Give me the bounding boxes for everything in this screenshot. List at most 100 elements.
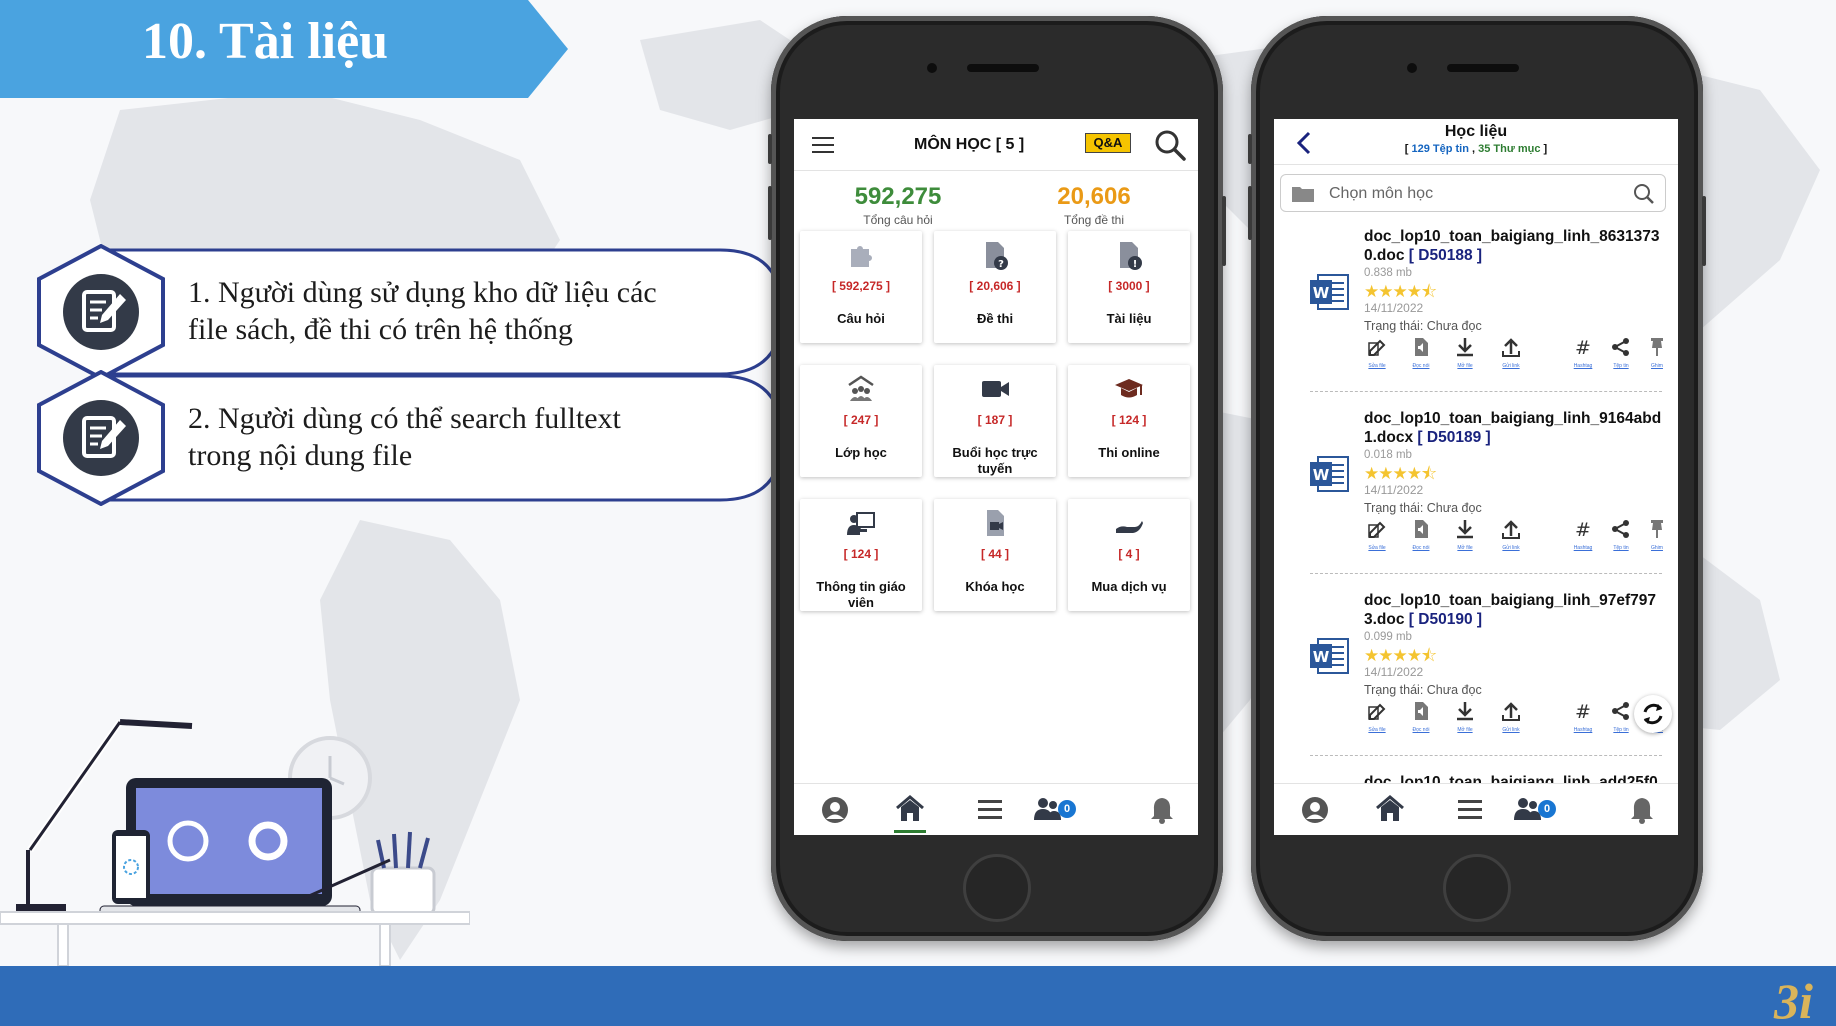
- download-button[interactable]: Mở file: [1452, 519, 1478, 551]
- bottom-tab-bar: 0: [1274, 783, 1678, 835]
- tile-classes[interactable]: [ 247 ] Lớp học: [800, 365, 922, 477]
- document-item[interactable]: Wdoc_lop10_toan_baigiang_linh_86313730.d…: [1274, 223, 1678, 395]
- app-screen-documents: Học liệu [ 129 Tệp tin , 35 Thư mục ] Ch…: [1274, 119, 1678, 835]
- stat-value: 20,606: [1057, 183, 1131, 210]
- tile-label: Đề thi: [976, 311, 1014, 326]
- document-item[interactable]: Wdoc_lop10_toan_baigiang_linh_9164abd1.d…: [1274, 405, 1678, 577]
- upload-button[interactable]: Gửi link: [1498, 337, 1524, 369]
- download-icon: [1457, 520, 1473, 539]
- bell-icon[interactable]: [1149, 796, 1175, 824]
- upload-icon: [1502, 520, 1520, 539]
- share-icon: [1612, 338, 1629, 356]
- tile-documents[interactable]: ! [ 3000 ] Tài liệu: [1068, 231, 1190, 343]
- tile-online-lessons[interactable]: [ 187 ] Buổi học trực tuyến: [934, 365, 1056, 477]
- tile-count: [ 3000 ]: [1108, 279, 1150, 293]
- subject-select-input[interactable]: Chọn môn học: [1280, 174, 1666, 212]
- tile-courses[interactable]: [ 44 ] Khóa học: [934, 499, 1056, 611]
- tile-count: [ 124 ]: [1111, 413, 1147, 427]
- edit-button[interactable]: Sửa file: [1364, 337, 1390, 369]
- word-document-icon: W: [1310, 456, 1349, 492]
- read-status: Trạng thái: Chưa đọc: [1364, 319, 1482, 333]
- document-actions: Sửa file Đọc nói Mở file Gửi link # Hashtag Tệ…: [1364, 337, 1664, 373]
- pin-button[interactable]: Ghim: [1644, 337, 1670, 369]
- download-button[interactable]: Mở file: [1452, 701, 1478, 733]
- svg-text:W: W: [1313, 648, 1330, 666]
- tile-count: [ 44 ]: [980, 547, 1010, 561]
- svg-text:W: W: [1313, 284, 1330, 302]
- hashtag-button[interactable]: # Hashtag: [1570, 337, 1596, 369]
- action-caption: Mở file: [1457, 545, 1473, 551]
- company-logo: 3i: [1774, 973, 1813, 1026]
- search-icon[interactable]: [1154, 129, 1186, 161]
- file-size: 0.838 mb: [1364, 267, 1412, 279]
- back-arrow-icon[interactable]: [1296, 131, 1312, 155]
- share-button[interactable]: Tệp tin: [1608, 701, 1634, 733]
- search-icon[interactable]: [1633, 183, 1655, 205]
- edit-icon: [1368, 703, 1386, 720]
- profile-icon[interactable]: [821, 796, 849, 824]
- tile-exams[interactable]: ? [ 20,606 ] Đề thi: [934, 231, 1056, 343]
- file-count: 129 Tệp tin: [1411, 143, 1469, 155]
- document-item[interactable]: Wdoc_lop10_toan_baigiang_linh_97ef7973.d…: [1274, 587, 1678, 759]
- audio-file-icon: [1415, 520, 1428, 538]
- document-title[interactable]: doc_lop10_toan_baigiang_linh_97ef7973.do…: [1364, 591, 1664, 629]
- word-document-icon: W: [1310, 638, 1349, 674]
- home-icon[interactable]: [1374, 793, 1406, 825]
- action-caption: Ghim: [1651, 363, 1663, 369]
- document-title[interactable]: doc_lop10_toan_baigiang_linh_86313730.do…: [1364, 227, 1664, 265]
- share-icon: [1612, 702, 1629, 720]
- upload-button[interactable]: Gửi link: [1498, 519, 1524, 551]
- edit-button[interactable]: Sửa file: [1364, 701, 1390, 733]
- menu-list-icon[interactable]: [1457, 798, 1483, 822]
- profile-icon[interactable]: [1301, 796, 1329, 824]
- refresh-button[interactable]: [1634, 695, 1672, 733]
- edit-icon: [1368, 339, 1386, 356]
- share-icon: [1612, 520, 1629, 538]
- audio-file-button[interactable]: Đọc nói: [1408, 701, 1434, 733]
- home-hardware-button[interactable]: [1443, 854, 1511, 922]
- home-icon[interactable]: [894, 793, 926, 825]
- document-title[interactable]: doc_lop10_toan_baigiang_linh_9164abd1.do…: [1364, 409, 1664, 447]
- share-button[interactable]: Tệp tin: [1608, 337, 1634, 369]
- tile-count: [ 247 ]: [843, 413, 879, 427]
- menu-list-icon[interactable]: [977, 798, 1003, 822]
- upload-button[interactable]: Gửi link: [1498, 701, 1524, 733]
- document-code: [ D50188 ]: [1408, 247, 1483, 264]
- pin-button[interactable]: Ghim: [1644, 519, 1670, 551]
- download-button[interactable]: Mở file: [1452, 337, 1478, 369]
- item-divider: [1310, 573, 1662, 574]
- hashtag-button[interactable]: # Hashtag: [1570, 701, 1596, 733]
- edit-button[interactable]: Sửa file: [1364, 519, 1390, 551]
- tile-count: [ 187 ]: [977, 413, 1013, 427]
- audio-file-button[interactable]: Đọc nói: [1408, 519, 1434, 551]
- qa-button[interactable]: Q&A: [1085, 133, 1131, 153]
- tile-online-exam[interactable]: [ 124 ] Thi online: [1068, 365, 1190, 477]
- desk-illustration: [0, 719, 470, 966]
- graduation-cap-icon: [1115, 379, 1143, 398]
- audio-file-button[interactable]: Đọc nói: [1408, 337, 1434, 369]
- action-caption: Mở file: [1457, 363, 1473, 369]
- document-actions: Sửa file Đọc nói Mở file Gửi link # Hashtag Tệ…: [1364, 519, 1664, 555]
- hashtag-icon: #: [1575, 337, 1591, 359]
- word-document-icon: W: [1310, 274, 1349, 310]
- tile-count: [ 124 ]: [843, 547, 879, 561]
- info-text-1: 1. Người dùng sử dụng kho dữ liệu các fi…: [188, 274, 657, 348]
- slide-title: 10. Tài liệu: [142, 13, 389, 70]
- document-filename: doc_lop10_toan_baigiang_linh_9164abd1.do…: [1364, 410, 1662, 446]
- hand-service-icon: [1116, 521, 1143, 533]
- audio-file-icon: [1415, 702, 1428, 720]
- document-code: [ D50190 ]: [1408, 611, 1483, 628]
- document-code: [ D50189 ]: [1417, 429, 1491, 446]
- tile-teacher-info[interactable]: [ 124 ] Thông tin giáo viên: [800, 499, 922, 611]
- svg-text:#: #: [1575, 701, 1591, 721]
- tile-buy-services[interactable]: [ 4 ] Mua dịch vụ: [1068, 499, 1190, 611]
- file-count-subtitle: [ 129 Tệp tin , 35 Thư mục ]: [1404, 143, 1548, 155]
- share-button[interactable]: Tệp tin: [1608, 519, 1634, 551]
- hashtag-button[interactable]: # Hashtag: [1570, 519, 1596, 551]
- tile-questions[interactable]: [ 592,275 ] Câu hỏi: [800, 231, 922, 343]
- action-caption: Mở file: [1457, 727, 1473, 733]
- home-hardware-button[interactable]: [963, 854, 1031, 922]
- hamburger-icon[interactable]: [812, 137, 834, 153]
- folder-icon: [1292, 187, 1314, 202]
- bell-icon[interactable]: [1629, 796, 1655, 824]
